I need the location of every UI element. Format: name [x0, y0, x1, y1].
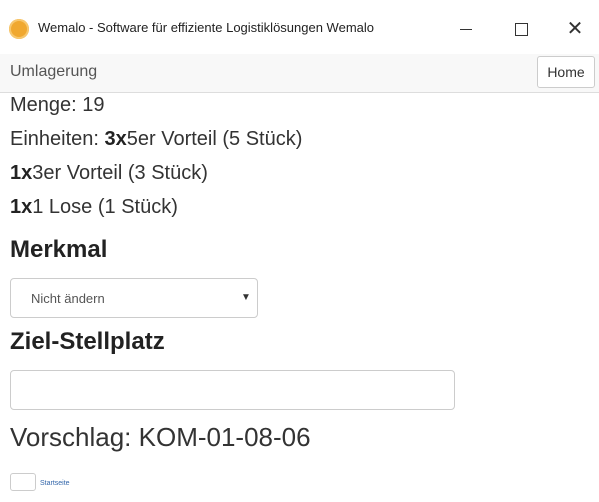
- close-icon: ✕: [566, 18, 584, 40]
- maximize-icon: [514, 22, 528, 36]
- units-line-1: Einheiten: 3x5er Vorteil (5 Stück): [10, 128, 302, 151]
- wemalo-logo-icon: [9, 19, 29, 39]
- maximize-button[interactable]: [499, 10, 543, 48]
- quantity-text: Menge: 19: [10, 94, 105, 116]
- window-title: Wemalo - Software für effiziente Logisti…: [38, 20, 375, 35]
- location-suggestion: Vorschlag: KOM-01-08-06: [10, 422, 311, 452]
- merkmal-select[interactable]: Nicht ändern ▼: [10, 278, 258, 318]
- toolbar: Umlagerung Home: [0, 54, 599, 93]
- unit-description: 1 Lose (1 Stück): [32, 196, 178, 218]
- merkmal-selected-value: Nicht ändern: [31, 291, 105, 306]
- title-bar: Wemalo - Software für effiziente Logisti…: [0, 0, 599, 58]
- dropdown-arrow-icon: ▼: [241, 292, 251, 303]
- units-line-3: 1x1 Lose (1 Stück): [10, 196, 178, 219]
- unit-count: 1x: [10, 196, 33, 218]
- merkmal-heading: Merkmal: [10, 236, 108, 263]
- app-window: Wemalo - Software für effiziente Logisti…: [0, 0, 599, 502]
- footer-button[interactable]: [10, 473, 36, 491]
- home-button[interactable]: Home: [537, 56, 595, 88]
- units-line-2: 1x3er Vorteil (3 Stück): [10, 162, 208, 185]
- ziel-stellplatz-heading: Ziel-Stellplatz: [10, 328, 165, 355]
- close-button[interactable]: ✕: [553, 10, 597, 48]
- page-title: Umlagerung: [10, 63, 98, 80]
- unit-description: 5er Vorteil (5 Stück): [126, 128, 303, 150]
- units-label: Einheiten:: [10, 128, 105, 150]
- startseite-link[interactable]: Startseite: [40, 480, 70, 487]
- minimize-icon: [460, 28, 472, 30]
- ziel-stellplatz-input[interactable]: [10, 370, 455, 410]
- unit-count: 1x: [10, 162, 33, 184]
- unit-description: 3er Vorteil (3 Stück): [32, 162, 208, 184]
- unit-count: 3x: [104, 128, 127, 150]
- minimize-button[interactable]: [444, 10, 488, 48]
